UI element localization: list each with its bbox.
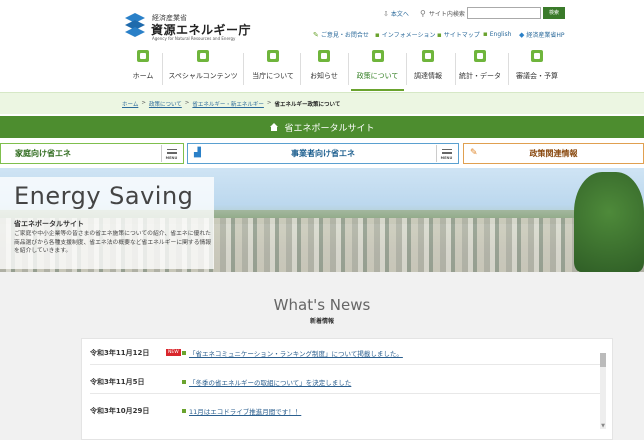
nav-council-budget[interactable]: 審議会・予算	[513, 45, 561, 91]
business-menu-button[interactable]: MENU	[436, 145, 456, 162]
whats-new-title: What's News	[273, 296, 371, 314]
breadcrumb-energy[interactable]: 省エネルギー・新エネルギー	[192, 100, 264, 108]
global-nav: ホーム スペシャルコンテンツ 当庁について お知らせ 政策について 調達情報 統…	[0, 45, 644, 92]
scrollbar-thumb[interactable]	[600, 353, 606, 367]
building-icon	[267, 50, 279, 62]
search-input[interactable]	[467, 7, 541, 19]
nav-home[interactable]: ホーム	[127, 45, 159, 91]
tab-policy-info[interactable]: ✎ 政策関連情報	[463, 143, 644, 164]
scroll-down-icon[interactable]: ▼	[600, 423, 606, 429]
nav-news[interactable]: お知らせ	[304, 45, 344, 91]
news-date: 令和3年11月12日	[90, 349, 150, 357]
news-item-link[interactable]: 11月はエコドライブ推進月間です！！	[182, 406, 301, 416]
breadcrumb: ホーム > 政策について > 省エネルギー・新エネルギー > 省エネルギー政策に…	[122, 100, 341, 108]
bullet-icon	[182, 351, 186, 355]
agency-logo-icon[interactable]	[123, 12, 147, 38]
news-item-link[interactable]: 「冬季の省エネルギーの取組について」を決定しました	[182, 377, 351, 387]
document-icon	[371, 50, 384, 62]
home-icon	[270, 123, 279, 131]
star-icon	[197, 50, 209, 62]
information-link[interactable]: ▪ インフォメーション	[375, 30, 435, 40]
wrench-icon: ✎	[470, 148, 478, 158]
news-scrollbar[interactable]: ▼	[600, 353, 606, 429]
bell-icon	[318, 50, 330, 62]
hero-subheading: 省エネポータルサイト	[14, 220, 84, 228]
bullet-icon	[182, 380, 186, 384]
skip-to-content-link[interactable]: ⇩ 本文へ	[383, 9, 409, 19]
factory-icon: ▟	[194, 148, 201, 158]
site-search-label: ⚲ サイト内検索	[420, 9, 465, 18]
breadcrumb-policy[interactable]: 政策について	[149, 100, 182, 108]
download-arrow-icon: ⇩	[383, 9, 389, 18]
new-badge: NEW	[166, 349, 181, 356]
pencil-icon: ✎	[313, 30, 319, 39]
home-menu-button[interactable]: MENU	[161, 145, 181, 162]
news-item-link[interactable]: 「省エネコミュニケーション・ランキング制度」について掲載しました。	[182, 348, 403, 358]
sitemap-link[interactable]: ▪ サイトマップ	[437, 30, 480, 40]
nav-special-contents[interactable]: スペシャルコンテンツ	[166, 45, 240, 91]
search-icon: ⚲	[420, 9, 426, 18]
whats-new-subtitle: 新着情報	[309, 318, 334, 325]
link-icon: ▪	[483, 30, 488, 38]
nav-policy[interactable]: 政策について	[351, 45, 404, 91]
mail-icon	[422, 50, 434, 62]
meti-logo-icon: ◆	[519, 30, 525, 39]
agency-name-en: Agency for Natural Resources and Energy	[152, 36, 236, 41]
link-icon: ▪	[375, 30, 380, 39]
search-button[interactable]: 検索	[543, 7, 565, 19]
breadcrumb-home[interactable]: ホーム	[122, 100, 138, 108]
news-date: 令和3年11月5日	[90, 378, 145, 386]
link-icon: ▪	[437, 30, 442, 39]
news-date: 令和3年10月29日	[90, 407, 150, 415]
english-link[interactable]: ▪ English	[483, 30, 511, 38]
bullet-icon	[182, 409, 186, 413]
meti-hp-link[interactable]: ◆ 経済産業省HP	[519, 30, 565, 40]
hero-tree	[574, 172, 644, 272]
nav-procurement[interactable]: 調達情報	[409, 45, 447, 91]
hero-description: ご家庭や中小企業等の皆さまの省エネ施策についての紹介、省エネに優れた商品選びから…	[14, 231, 212, 255]
news-list[interactable]: 令和3年11月12日 NEW 「省エネコミュニケーション・ランキング制度」につい…	[81, 338, 613, 440]
breadcrumb-current: 省エネルギー政策について	[274, 102, 341, 108]
home-icon	[137, 50, 149, 62]
nav-about-agency[interactable]: 当庁について	[248, 45, 298, 91]
portal-title: 省エネポータルサイト	[0, 116, 644, 138]
contact-link[interactable]: ✎ ご意見・お問合せ	[313, 30, 369, 40]
tab-business-energy-saving[interactable]: ▟ 事業者向け省エネ MENU	[187, 143, 459, 164]
hero-heading: Energy Saving	[14, 182, 194, 210]
chart-icon	[474, 50, 486, 62]
people-icon	[531, 50, 543, 62]
tab-home-energy-saving[interactable]: 家庭向け省エネ MENU	[0, 143, 184, 164]
nav-statistics[interactable]: 統計・データ	[459, 45, 501, 91]
